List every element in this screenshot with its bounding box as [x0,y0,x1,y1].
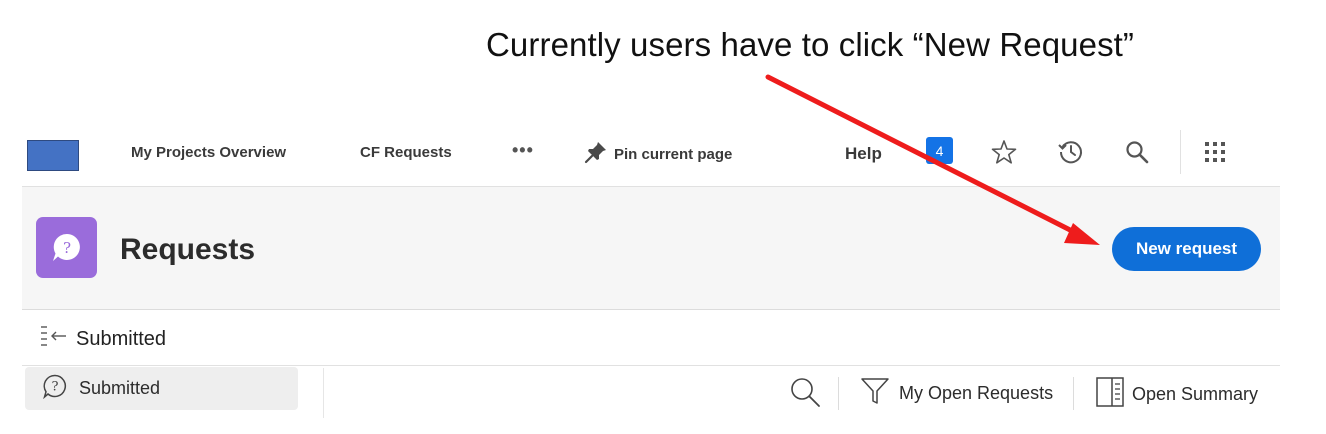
new-request-button[interactable]: New request [1112,227,1261,271]
sidebar-item-label: Submitted [79,378,161,398]
page-title: Requests [120,233,256,266]
annotation-text: Currently users have to click “New Reque… [486,26,1135,63]
section-divider [22,365,1280,366]
notification-badge[interactable]: 4 [926,137,953,164]
pin-icon [584,140,608,168]
help-link[interactable]: Help [845,144,882,164]
subheader-label: Submitted [76,327,167,350]
search-icon [789,376,821,413]
history-icon[interactable] [1057,138,1085,166]
svg-text:?: ? [52,380,59,395]
search-icon[interactable] [1123,138,1151,166]
sidebar-divider [323,368,324,418]
summary-panel-icon [1095,376,1125,413]
nav-link-my-projects-overview[interactable]: My Projects Overview [131,144,286,161]
pin-current-page-label: Pin current page [614,145,733,163]
more-menu-button[interactable]: ••• [512,140,534,161]
filter-icon [860,376,890,411]
logo-placeholder[interactable] [27,140,79,171]
nav-link-cf-requests[interactable]: CF Requests [360,144,452,161]
open-summary-label: Open Summary [1132,384,1259,404]
svg-text:?: ? [62,239,70,257]
toolbar-divider [838,377,839,410]
submitted-subheader: Submitted [38,323,166,355]
open-summary-button[interactable]: Open Summary [1095,376,1258,413]
sidebar-item-submitted[interactable]: ? Submitted [25,367,298,410]
pin-current-page-button[interactable]: Pin current page [584,140,732,168]
apps-grid-icon[interactable] [1201,138,1229,166]
list-search-button[interactable] [789,376,821,413]
toolbar-divider [1073,377,1074,410]
star-icon[interactable] [990,138,1018,166]
nav-divider [1180,130,1181,174]
filter-my-open-requests[interactable]: My Open Requests [860,376,1053,411]
page-header: ? Requests New request [22,186,1280,310]
requests-app-icon: ? [36,217,97,278]
question-bubble-icon: ? [42,373,68,404]
collapse-panel-icon[interactable] [38,323,68,355]
top-navigation: My Projects Overview CF Requests ••• Pin… [22,126,1280,186]
filter-label: My Open Requests [899,383,1054,403]
